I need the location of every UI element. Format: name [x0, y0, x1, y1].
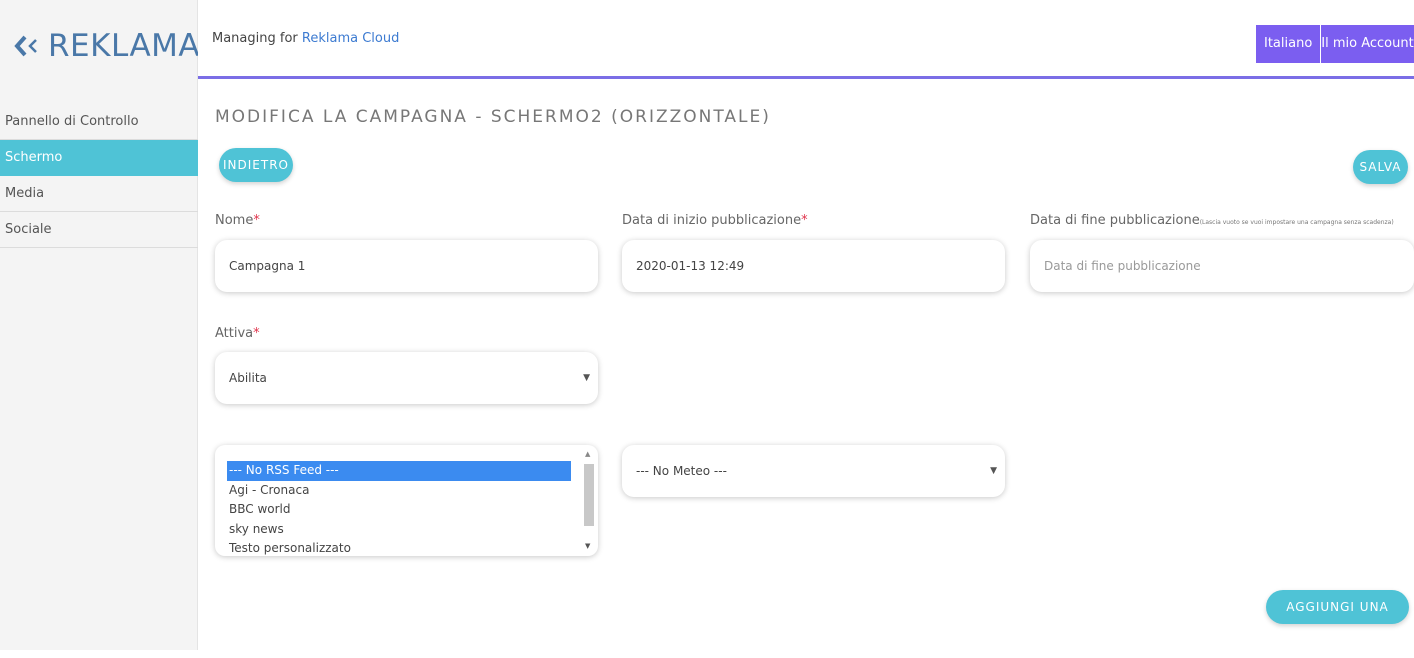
required-mark: * [253, 326, 260, 341]
scroll-down-arrow-icon[interactable]: ▼ [585, 542, 590, 550]
attiva-selected-value: Abilita [229, 371, 267, 385]
data-fine-label-text: Data di fine pubblicazione [1030, 213, 1200, 228]
nome-input[interactable]: Campagna 1 [215, 240, 598, 292]
top-bar: Managing for Reklama Cloud Italiano Il m… [198, 12, 1414, 79]
language-button[interactable]: Italiano [1256, 25, 1321, 63]
meteo-selected-value: --- No Meteo --- [636, 464, 727, 478]
back-button[interactable]: INDIETRO [219, 148, 293, 182]
brand-logo[interactable]: REKLAMA [12, 26, 200, 66]
managing-account-link[interactable]: Reklama Cloud [302, 31, 399, 46]
rss-feed-listbox[interactable]: --- No RSS Feed --- Agi - Cronaca BBC wo… [215, 445, 598, 556]
data-fine-label: Data di fine pubblicazione(Lascia vuoto … [1030, 213, 1394, 228]
chevron-down-icon: ▼ [990, 466, 997, 476]
save-button[interactable]: SALVA [1353, 150, 1408, 184]
rss-feed-option[interactable]: Testo personalizzato [227, 539, 571, 556]
rss-feed-scrollbar[interactable]: ▲ ▼ [582, 450, 596, 550]
sidebar-item-pannello-di-controllo[interactable]: Pannello di Controllo [0, 104, 198, 140]
required-mark: * [801, 213, 808, 228]
attiva-label-text: Attiva [215, 326, 254, 341]
data-fine-input[interactable]: Data di fine pubblicazione [1030, 240, 1414, 292]
data-fine-hint: (Lascia vuoto se vuoi impostare una camp… [1199, 219, 1394, 226]
add-slide-button[interactable]: AGGIUNGI UNA SLIDE [1266, 590, 1409, 648]
brand-name: REKLAMA [48, 28, 201, 64]
data-inizio-label-text: Data di inizio pubblicazione [622, 213, 802, 228]
account-button[interactable]: Il mio Account [1321, 25, 1414, 63]
data-inizio-input[interactable]: 2020-01-13 12:49 [622, 240, 1005, 292]
rss-feed-option[interactable]: --- No RSS Feed --- [227, 461, 571, 481]
nome-label-text: Nome [215, 213, 254, 228]
sidebar-item-schermo[interactable]: Schermo [0, 140, 198, 176]
attiva-select[interactable]: Abilita ▼ [215, 352, 598, 404]
sidebar-menu: Pannello di Controllo Schermo Media Soci… [0, 104, 198, 248]
sidebar-item-sociale[interactable]: Sociale [0, 212, 198, 248]
page-title: MODIFICA LA CAMPAGNA - SCHERMO2 (ORIZZON… [215, 107, 771, 127]
sidebar: REKLAMA Pannello di Controllo Schermo Me… [0, 0, 200, 650]
scroll-up-arrow-icon[interactable]: ▲ [585, 450, 590, 458]
double-chevron-left-icon [14, 35, 37, 57]
managing-prefix: Managing for [212, 31, 298, 46]
sidebar-item-media[interactable]: Media [0, 176, 198, 212]
scroll-thumb[interactable] [584, 464, 594, 526]
data-inizio-label: Data di inizio pubblicazione* [622, 213, 808, 228]
meteo-select[interactable]: --- No Meteo --- ▼ [622, 445, 1005, 497]
rss-feed-options: --- No RSS Feed --- Agi - Cronaca BBC wo… [227, 461, 571, 556]
rss-feed-option[interactable]: BBC world [227, 500, 571, 520]
chevron-down-icon: ▼ [583, 373, 590, 383]
rss-feed-option[interactable]: Agi - Cronaca [227, 481, 571, 501]
attiva-label: Attiva* [215, 326, 260, 341]
required-mark: * [253, 213, 260, 228]
nome-label: Nome* [215, 213, 260, 228]
managing-for-text: Managing for Reklama Cloud [212, 31, 399, 46]
rss-feed-option[interactable]: sky news [227, 520, 571, 540]
